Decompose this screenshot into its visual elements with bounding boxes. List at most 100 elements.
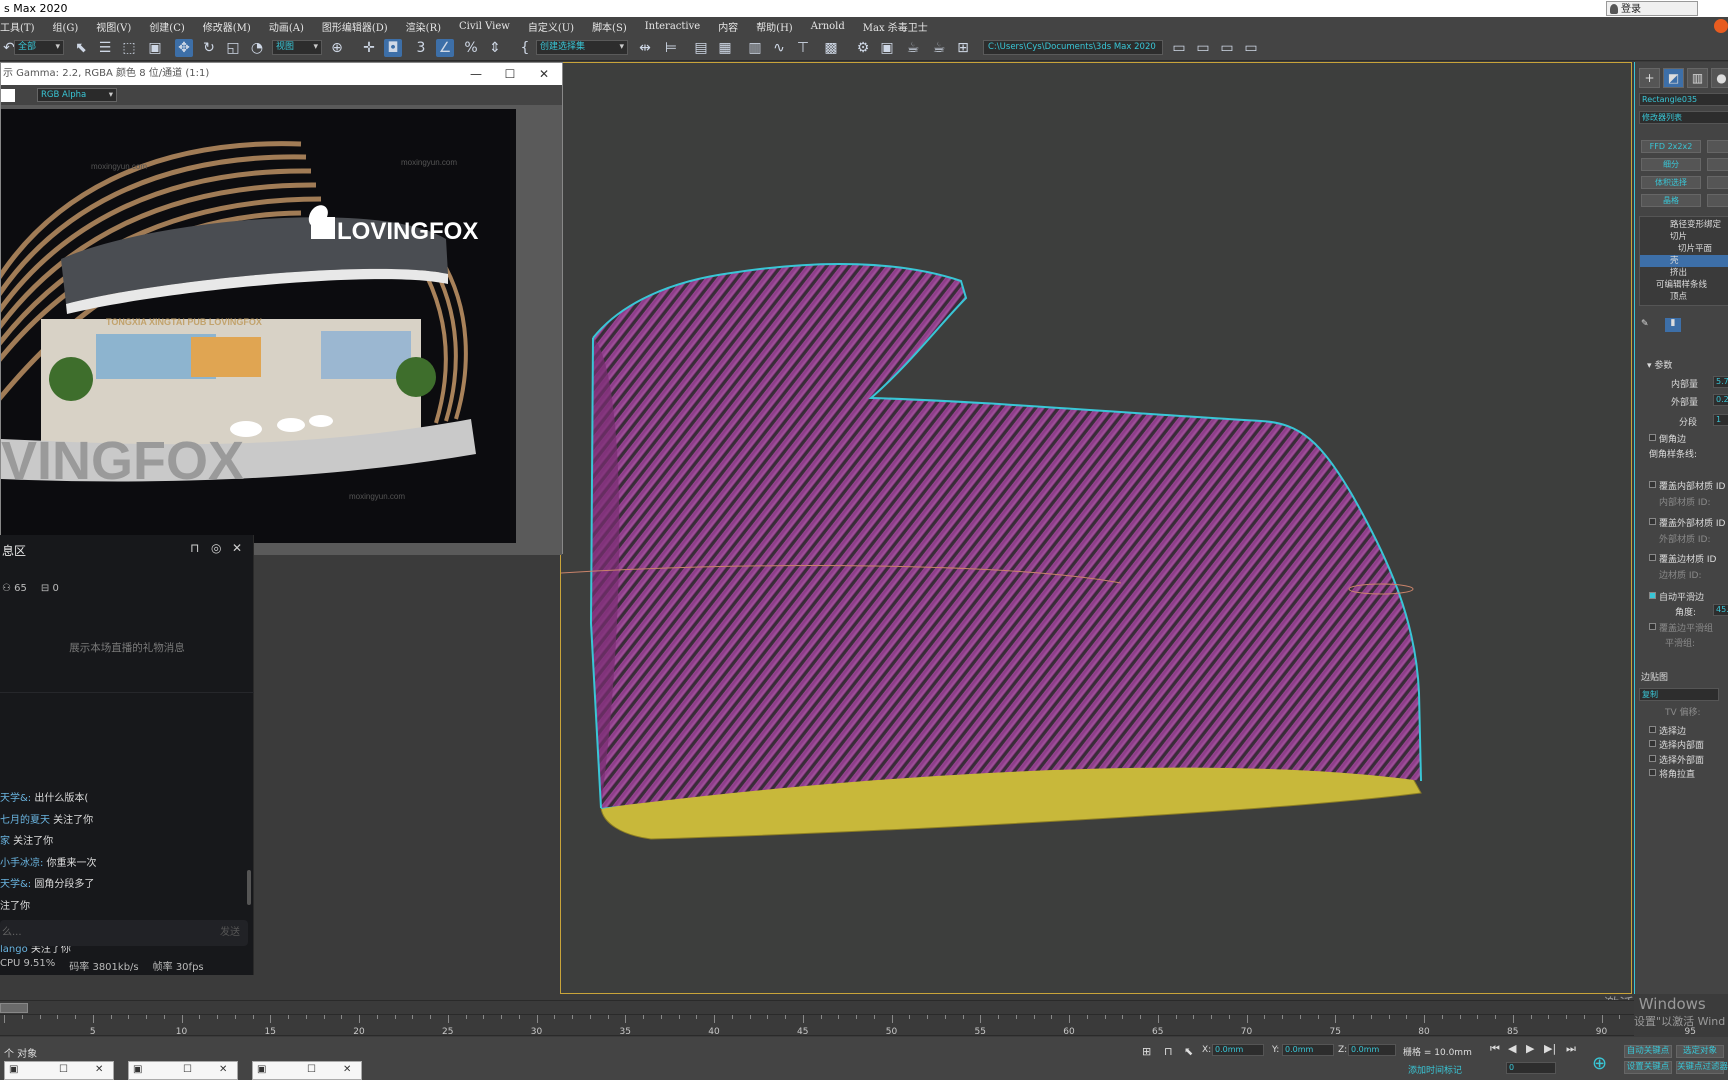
curve-editor-icon[interactable]: ∿	[770, 39, 788, 57]
stack-item-editable-spline[interactable]: 可编辑样条线	[1640, 279, 1728, 291]
go-to-start-icon[interactable]: ⏮	[1490, 1042, 1500, 1056]
percent-snap-icon[interactable]: %	[462, 39, 480, 57]
minimize-icon[interactable]: —	[461, 63, 491, 85]
override-edge-checkbox[interactable]	[1649, 554, 1656, 561]
select-outer-checkbox[interactable]	[1649, 755, 1656, 762]
menu-item-6[interactable]: 图形编辑器(D)	[322, 19, 388, 34]
track-bar[interactable]: 5 10 15 20 25 30 35 40 45 50 55 60 65 70 75 80 85 90 95	[0, 1014, 1696, 1037]
segments-spinner[interactable]: 1	[1713, 414, 1728, 426]
material-editor-icon[interactable]: ▩	[822, 39, 840, 57]
close-icon[interactable]: ✕	[232, 541, 242, 555]
stack-item-shell[interactable]: 壳	[1640, 255, 1728, 267]
isolate-icon[interactable]: ⊞	[1142, 1045, 1151, 1058]
taskbar-thumb-1[interactable]: ▣ ☐ ✕	[4, 1061, 114, 1080]
stack-item-slice-plane[interactable]: 切片平面	[1640, 243, 1728, 255]
edge-mapping-dropdown[interactable]: 复制	[1639, 688, 1719, 701]
rect-selection-icon[interactable]: ⬚	[120, 39, 138, 57]
chat-username[interactable]: 天学&:	[0, 879, 31, 890]
show-end-result-icon[interactable]: ▮	[1665, 318, 1681, 332]
select-manipulate-icon[interactable]: ✛	[360, 39, 378, 57]
window-crossing-icon[interactable]: ▣	[146, 39, 164, 57]
channel-dropdown[interactable]: RGB Alpha	[37, 88, 117, 102]
selection-filter-dropdown[interactable]: 全部	[14, 40, 64, 55]
modify-tab[interactable]: ◩	[1663, 68, 1684, 88]
snap-3d-icon[interactable]: 3	[412, 39, 430, 57]
lock-icon[interactable]: ⊓	[190, 541, 199, 555]
chat-username[interactable]: 天学&:	[0, 793, 31, 804]
modifier-list-dropdown[interactable]: 修改器列表	[1639, 111, 1728, 124]
signin-dropdown[interactable]: 登录	[1606, 1, 1698, 16]
motion-tab[interactable]: ●	[1711, 68, 1728, 88]
send-button[interactable]: 发送	[220, 920, 240, 946]
menu-item-2[interactable]: 视图(V)	[96, 19, 131, 34]
move-icon[interactable]: ✥	[175, 39, 193, 57]
play-icon[interactable]: ▶	[1526, 1042, 1534, 1055]
stack-item-path-deform[interactable]: 路径变形绑定	[1640, 219, 1728, 231]
mirror-icon[interactable]: ⇹	[636, 39, 654, 57]
modifier-button-4[interactable]: 晶格	[1641, 194, 1701, 207]
z-coord-field[interactable]: 0.0mm	[1348, 1044, 1396, 1056]
time-slider-track[interactable]	[0, 1000, 1634, 1014]
project-path-dropdown[interactable]: C:\Users\Cys\Documents\3ds Max 2020	[983, 40, 1163, 55]
current-frame-field[interactable]: 0	[1506, 1062, 1556, 1074]
inner-amount-spinner[interactable]: 5.7	[1713, 376, 1728, 388]
restore-icon[interactable]: ☐	[59, 1064, 68, 1075]
menu-item-8[interactable]: Civil View	[459, 21, 510, 32]
set-project-icon[interactable]: ▭	[1218, 39, 1236, 57]
chat-scrollbar[interactable]	[247, 870, 251, 905]
select-object-icon[interactable]: ⬉	[72, 39, 90, 57]
outer-amount-spinner[interactable]: 0.2	[1713, 394, 1728, 406]
next-frame-icon[interactable]: ▶|	[1544, 1042, 1556, 1055]
schematic-view-icon[interactable]: ⊤	[794, 39, 812, 57]
modifier-button-2[interactable]: 细分	[1641, 158, 1701, 171]
menu-item-5[interactable]: 动画(A)	[269, 19, 304, 34]
add-time-tag[interactable]: 添加时间标记	[1408, 1063, 1462, 1076]
layer-explorer-icon[interactable]: ▦	[716, 39, 734, 57]
lock-selection-icon[interactable]: ⊓	[1164, 1045, 1173, 1058]
render-setup-icon[interactable]: ⚙	[854, 39, 872, 57]
go-to-end-icon[interactable]: ⏭	[1566, 1042, 1576, 1056]
spinner-snap-icon[interactable]: ⇕	[486, 39, 504, 57]
parameters-rollout[interactable]: ▾ 参数	[1647, 358, 1672, 371]
rotate-icon[interactable]: ↻	[200, 39, 218, 57]
select-by-name-icon[interactable]: ☰	[96, 39, 114, 57]
render-iterative-icon[interactable]: ☕	[930, 39, 948, 57]
menu-item-4[interactable]: 修改器(M)	[203, 19, 251, 34]
key-filters-button[interactable]: 关键点过滤器	[1676, 1061, 1728, 1074]
align-icon[interactable]: ⊨	[662, 39, 680, 57]
taskbar-thumb-3[interactable]: ▣ ☐ ✕	[252, 1061, 362, 1080]
menu-item-1[interactable]: 组(G)	[52, 19, 78, 34]
stack-item-extrude[interactable]: 挤出	[1640, 267, 1728, 279]
modifier-button-extra-1[interactable]	[1707, 140, 1728, 153]
close-icon[interactable]: ✕	[343, 1064, 351, 1075]
perspective-viewport[interactable]	[560, 62, 1632, 994]
override-smooth-checkbox[interactable]	[1649, 623, 1656, 630]
stack-item-slice[interactable]: 切片	[1640, 231, 1728, 243]
angle-spinner[interactable]: 45.0	[1713, 604, 1728, 616]
menu-item-14[interactable]: Arnold	[811, 21, 845, 32]
render-window-titlebar[interactable]: 示 Gamma: 2.2, RGBA 颜色 8 位/通道 (1:1) — ☐ ✕	[1, 63, 562, 85]
menu-item-9[interactable]: 自定义(U)	[528, 19, 574, 34]
restore-icon[interactable]: ☐	[183, 1064, 192, 1075]
prev-frame-icon[interactable]: ◀	[1508, 1042, 1516, 1055]
settings-icon[interactable]: ◎	[211, 541, 221, 555]
ribbon-icon[interactable]: ▥	[746, 39, 764, 57]
menu-item-13[interactable]: 帮助(H)	[756, 19, 793, 34]
close-icon[interactable]: ✕	[219, 1064, 227, 1075]
named-selection-dropdown[interactable]: 创建选择集	[536, 40, 628, 55]
menu-item-3[interactable]: 创建(C)	[149, 19, 184, 34]
close-icon[interactable]: ✕	[95, 1064, 103, 1075]
live-info-panel[interactable]: 息区 ⊓ ◎ ✕ ⚇ 65 ⊟ 0 展示本场直播的礼物消息 天学&: 出什么版本…	[0, 535, 254, 975]
menu-item-7[interactable]: 渲染(R)	[406, 19, 441, 34]
pivot-icon[interactable]: ⊕	[328, 39, 346, 57]
modifier-button-1[interactable]: FFD 2x2x2	[1641, 140, 1701, 153]
color-swatch[interactable]	[1, 89, 15, 102]
menu-item-12[interactable]: 内容	[718, 19, 738, 34]
taskbar-thumb-2[interactable]: ▣ ☐ ✕	[128, 1061, 238, 1080]
chat-input[interactable]: 么... 发送	[0, 920, 248, 946]
viewport-canvas[interactable]	[560, 63, 1633, 995]
auto-key-button[interactable]: 自动关键点	[1624, 1045, 1672, 1058]
scene-explorer-icon[interactable]: ▤	[692, 39, 710, 57]
close-icon[interactable]: ✕	[529, 63, 559, 85]
menu-item-15[interactable]: Max 杀毒卫士	[863, 19, 928, 34]
